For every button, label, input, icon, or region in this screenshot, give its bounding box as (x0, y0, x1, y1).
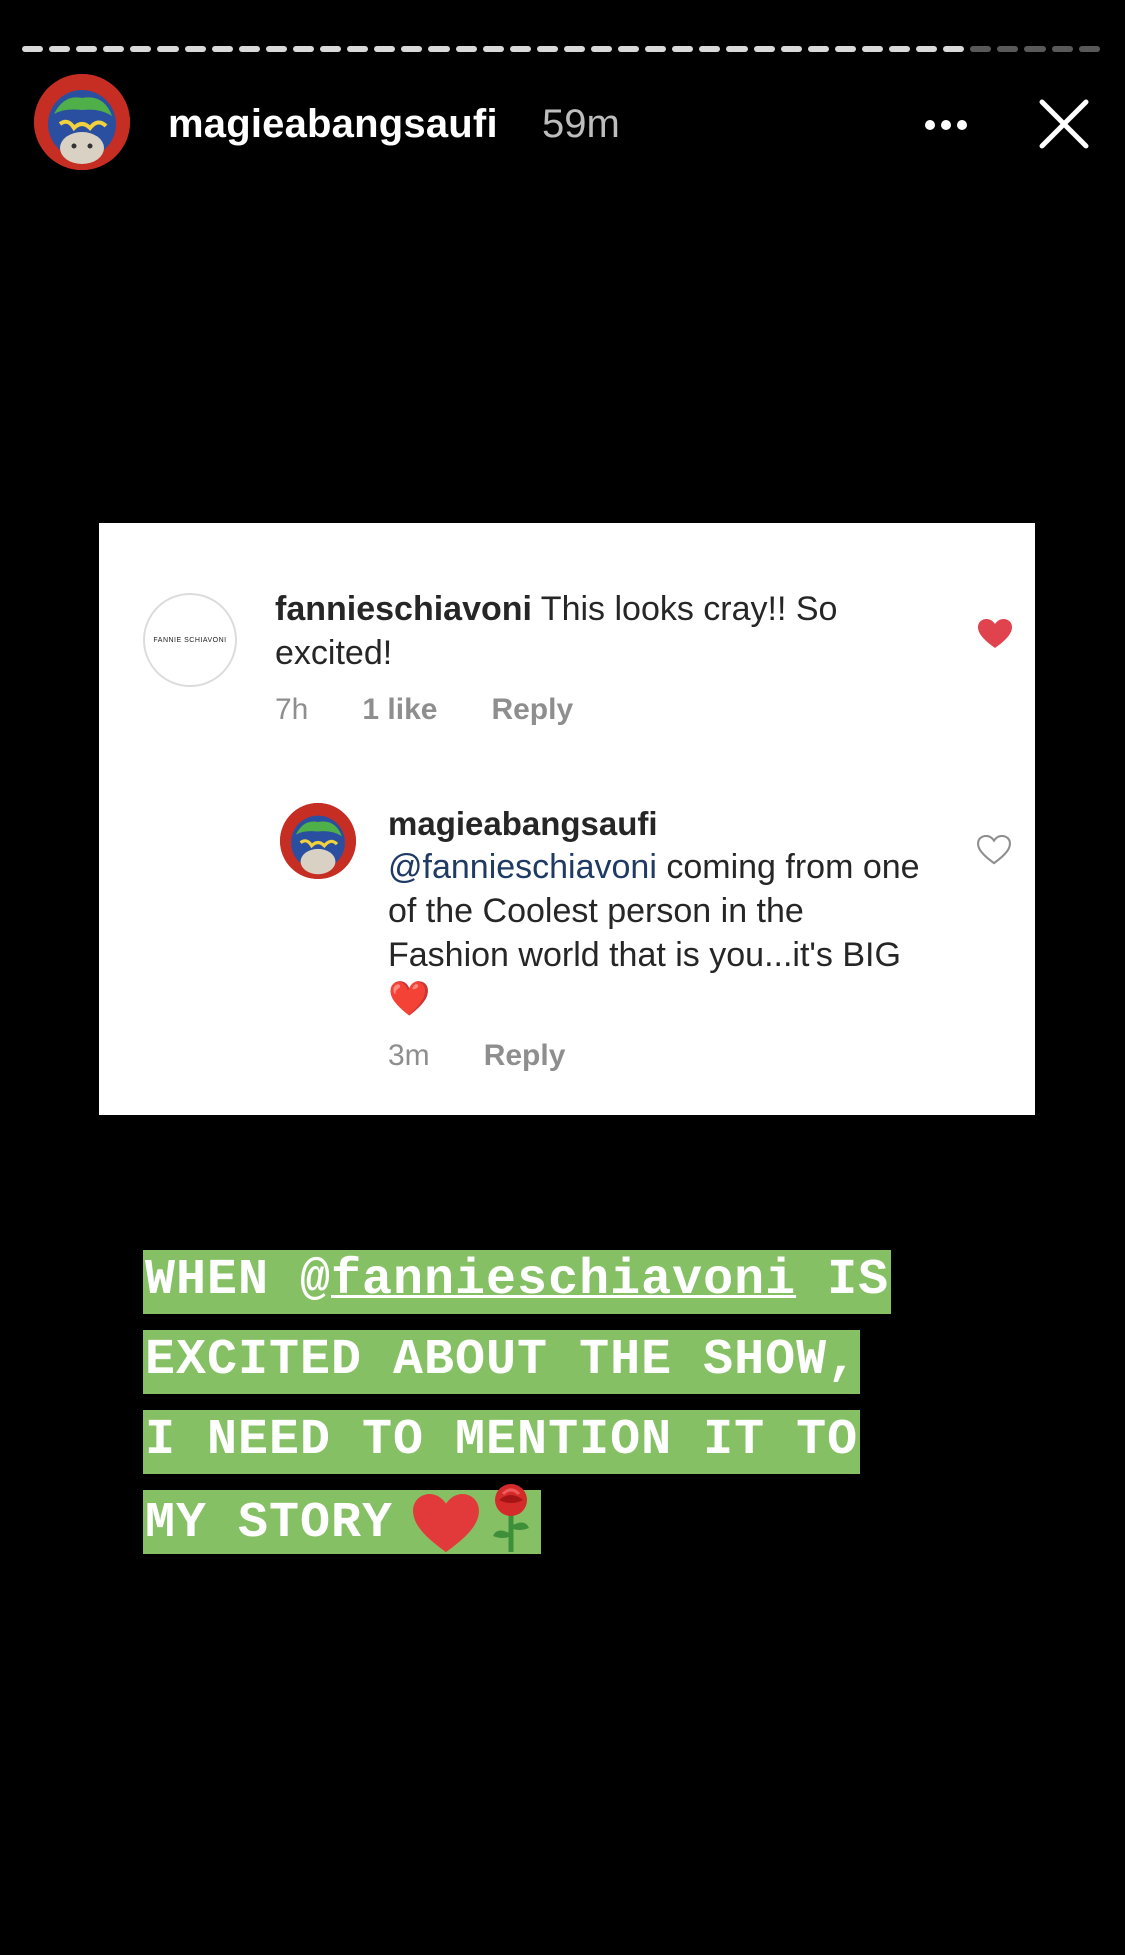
comment-username: fannieschiavoni (275, 590, 532, 628)
story-progress-segment (916, 46, 938, 52)
avatar[interactable] (34, 74, 130, 170)
story-progress-segment (482, 46, 504, 52)
caption-line: WHEN @fannieschiavoni IS (143, 1250, 892, 1314)
reply-time: 3m (388, 1039, 430, 1072)
story-progress-segment (753, 46, 775, 52)
heart-filled-icon (977, 618, 1013, 650)
story-progress-segment (22, 46, 44, 52)
story-progress-segment (374, 46, 396, 52)
comment-likes: 1 like (362, 693, 438, 726)
story-progress-segment (889, 46, 911, 52)
story-progress-segment (699, 46, 721, 52)
story-progress-segment (997, 46, 1019, 52)
caption-text: WHEN @ (145, 1252, 332, 1309)
story-progress-segment (807, 46, 829, 52)
story-progress-segment (834, 46, 856, 52)
heart-emoji-icon (409, 1492, 483, 1554)
story-caption: WHEN @fannieschiavoni IS EXCITED ABOUT T… (143, 1250, 1043, 1570)
reply-username: magieabangsaufi (388, 805, 658, 842)
story-progress-segment (428, 46, 450, 52)
comment-text: fannieschiavoni This looks cray!! So exc… (275, 587, 865, 675)
story-progress-segment (536, 46, 558, 52)
story-progress-segment (970, 46, 992, 52)
story-progress-segment (401, 46, 423, 52)
avatar-logo-text: FANNIE SCHIAVONI (153, 636, 227, 644)
story-progress-segment (211, 46, 233, 52)
story-progress-segment (645, 46, 667, 52)
story-progress-segment (1078, 46, 1100, 52)
caption-line: I NEED TO MENTION IT TO (143, 1410, 861, 1474)
story-progress-segment (103, 46, 125, 52)
story-progress-segment (292, 46, 315, 52)
reply-text: @fannieschiavoni coming from one of the … (388, 845, 928, 1021)
caption-line: MY STORY (143, 1484, 542, 1554)
story-progress-segment (780, 46, 802, 52)
story-progress-segment (861, 46, 883, 52)
reply-mention: @fannieschiavoni (388, 848, 657, 886)
story-progress-segment (618, 46, 640, 52)
story-progress-segment (1024, 46, 1046, 52)
story-progress-segment (726, 46, 748, 52)
username[interactable]: magieabangsaufi (168, 102, 498, 147)
caption-mention[interactable]: fannieschiavoni (331, 1252, 796, 1309)
story-progress-segment (130, 46, 152, 52)
comment-screenshot: FANNIE SCHIAVONI fannieschiavoni This lo… (99, 523, 1035, 1115)
comment-meta: 7h 1 like Reply (275, 693, 627, 727)
story-progress-segment (49, 46, 71, 52)
heart-outline-icon (977, 834, 1011, 865)
comment-reply: Reply (491, 693, 574, 726)
story-progress-segment (455, 46, 477, 52)
story-progress-segment (509, 46, 531, 52)
reply-reply: Reply (483, 1039, 566, 1072)
caption-line: EXCITED ABOUT THE SHOW, (143, 1330, 861, 1394)
more-horizontal-icon[interactable] (916, 110, 976, 140)
comment-time: 7h (275, 693, 309, 726)
story-header: magieabangsaufi 59m (0, 70, 1125, 180)
story-progress-segment (238, 46, 260, 52)
story-progress-segment (265, 46, 287, 52)
story-progress-segment (184, 46, 206, 52)
caption-text: IS (796, 1252, 890, 1309)
story-progress-segment (157, 46, 179, 52)
story-progress-segment (943, 46, 965, 52)
reply-emoji: ❤️ (388, 980, 431, 1018)
story-progress-segment (563, 46, 585, 52)
reply-avatar (280, 803, 356, 879)
rose-emoji-icon (483, 1482, 539, 1556)
story-progress-segment (1051, 46, 1073, 52)
caption-text: MY STORY (145, 1495, 394, 1553)
close-icon[interactable] (1034, 94, 1094, 154)
story-progress-segment (672, 46, 694, 52)
story-progress-segment (347, 46, 369, 52)
story-progress-segment (590, 46, 613, 52)
story-progress-bar (22, 46, 1100, 52)
story-progress-segment (320, 46, 342, 52)
story-progress-segment (76, 46, 98, 52)
reply-meta: 3m Reply (388, 1039, 619, 1073)
comment-avatar: FANNIE SCHIAVONI (143, 593, 237, 687)
post-time: 59m (542, 102, 620, 146)
